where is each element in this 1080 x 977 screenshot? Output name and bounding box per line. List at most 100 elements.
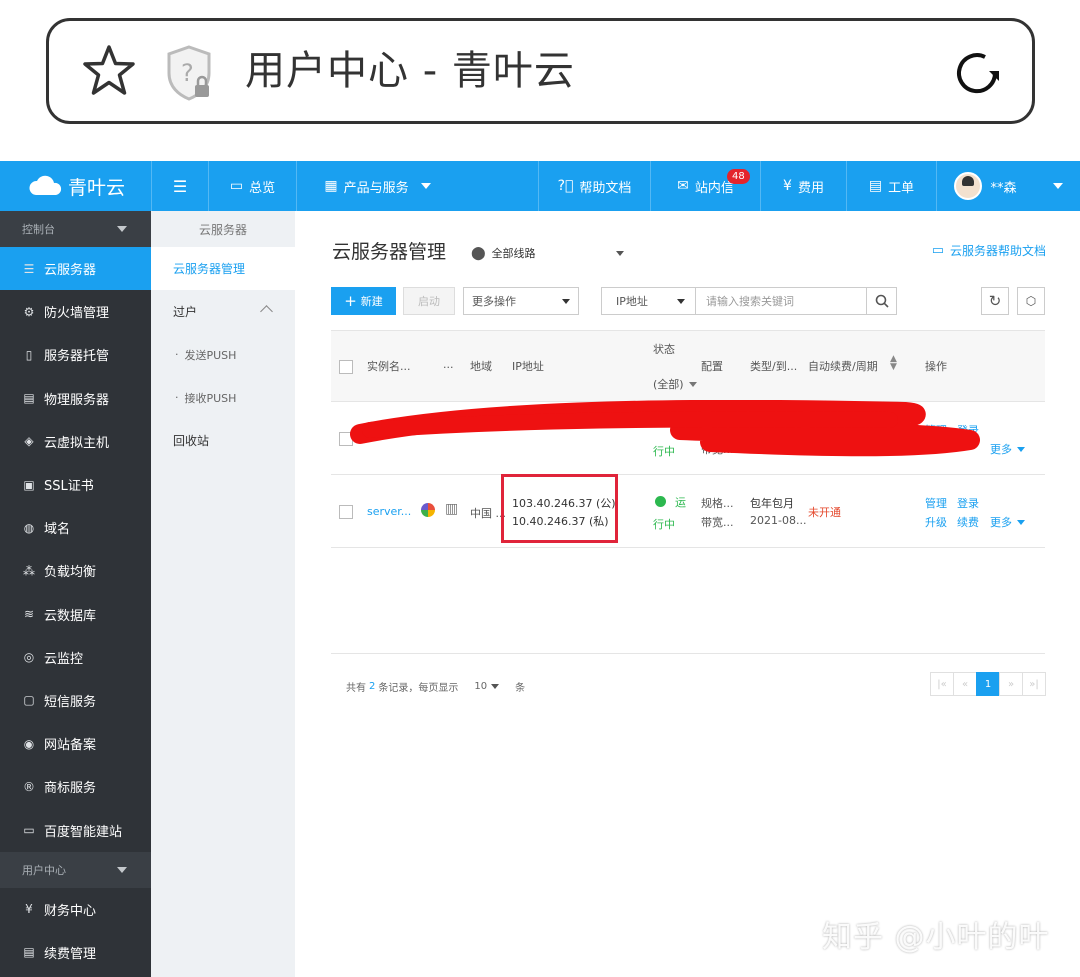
sidebar-item-trademark[interactable]: ® 商标服务 xyxy=(0,765,151,808)
more-link[interactable]: 更多 xyxy=(990,514,1025,530)
new-button[interactable]: + 新建 xyxy=(331,287,396,315)
more-ops-label: 更多操作 xyxy=(472,295,516,308)
sidebar-item-domain[interactable]: ◍ 域名 xyxy=(0,506,151,549)
sub-item-label: 接收PUSH xyxy=(184,391,237,405)
nav-help-docs[interactable]: ?⃝ 帮助文档 xyxy=(538,161,650,211)
sidebar-item-monitor[interactable]: ◎ 云监控 xyxy=(0,636,151,679)
sidebar-item-firewall[interactable]: ⚙ 防火墙管理 xyxy=(0,290,151,333)
table-row: server... ▥ 中国 ... 103.40.246.37 (公) 10.… xyxy=(331,474,1045,548)
svg-text:?: ? xyxy=(181,59,194,87)
row-checkbox[interactable] xyxy=(339,505,353,519)
shield-lock-icon[interactable]: ? xyxy=(165,45,215,101)
sidebar-item-icp[interactable]: ◉ 网站备案 xyxy=(0,722,151,765)
nav-messages[interactable]: ✉ 站内信 48 xyxy=(650,161,760,211)
caret-down-icon xyxy=(1017,519,1025,525)
sidebar-item-virtual-host[interactable]: ◈ 云虚拟主机 xyxy=(0,420,151,463)
region-value: 全部线路 xyxy=(491,247,536,260)
page-size-select[interactable]: 10 xyxy=(474,681,500,692)
sidebar-item-finance[interactable]: ¥ 财务中心 xyxy=(0,888,151,931)
sub-item-send-push[interactable]: · 发送PUSH xyxy=(151,333,295,376)
col-region: 地域 xyxy=(470,360,492,373)
sub-item-server-manage[interactable]: 云服务器管理 xyxy=(151,247,295,290)
sidebar-item-cloud-server[interactable]: ☰ 云服务器 xyxy=(0,247,151,291)
login-link[interactable]: 登录 xyxy=(957,495,979,511)
nav-overview[interactable]: ▭ 总览 xyxy=(208,161,296,211)
nav-products-label: 产品与服务 xyxy=(343,180,409,196)
top-nav: 青叶云 ☰ ▭ 总览 ▦ 产品与服务 ?⃝ 帮助文档 ✉ 站内信 48 ¥ 费用… xyxy=(0,161,1080,211)
search-input[interactable]: 请输入搜索关键词 xyxy=(695,287,867,315)
manage-link[interactable]: 管理 xyxy=(925,495,947,511)
row-renew: 未开通 xyxy=(808,506,841,519)
sidebar-item-renewal[interactable]: ▤ 续费管理 xyxy=(0,931,151,974)
menu-toggle[interactable]: ☰ xyxy=(151,161,208,211)
region-select[interactable]: ⬤ 全部线路 xyxy=(471,245,624,261)
help-doc-label: 云服务器帮助文档 xyxy=(949,244,1046,258)
instance-name-link[interactable]: server... xyxy=(367,505,411,518)
sub-item-recycle-bin[interactable]: 回收站 xyxy=(151,419,295,462)
row-type-2: 2021-08... xyxy=(750,514,807,527)
upgrade-link[interactable]: 升级 xyxy=(925,514,947,530)
page-button-current[interactable]: 1 xyxy=(976,672,1000,696)
menu-collapse-icon: ☰ xyxy=(172,176,188,196)
caret-down-icon xyxy=(117,226,127,232)
gear-icon: ⚙ xyxy=(23,304,35,319)
nav-tickets[interactable]: ▤ 工单 xyxy=(846,161,936,211)
col-ip: IP地址 xyxy=(512,360,544,373)
sub-item-transfer[interactable]: 过户 xyxy=(151,290,295,333)
col-renew[interactable]: 自动续费/周期 xyxy=(808,358,878,374)
refresh-button[interactable]: ↻ xyxy=(981,287,1009,315)
sidebar-item-load-balancer[interactable]: ⁂ 负载均衡 xyxy=(0,549,151,592)
sidebar-item-sms[interactable]: ▢ 短信服务 xyxy=(0,679,151,722)
next-page-button[interactable]: » xyxy=(999,672,1023,696)
location-pin-icon: ⬤ xyxy=(471,245,486,261)
os-logo-icon xyxy=(421,503,435,517)
last-page-button[interactable]: »| xyxy=(1022,672,1046,696)
star-icon[interactable] xyxy=(81,43,137,99)
address-bar[interactable]: ? 用户中心 - 青叶云 xyxy=(46,18,1035,124)
sidebar-group-user-center[interactable]: 用户中心 xyxy=(0,851,151,888)
sidebar-item-label: 续费管理 xyxy=(44,946,97,962)
sub-item-receive-push[interactable]: · 接收PUSH xyxy=(151,376,295,419)
sidebar-item-physical-server[interactable]: ▤ 物理服务器 xyxy=(0,377,151,420)
redaction-scribble xyxy=(350,400,980,457)
settings-button[interactable]: ⬡ xyxy=(1017,287,1045,315)
caret-down-icon xyxy=(117,866,127,873)
sidebar-item-ssl[interactable]: ▣ SSL证书 xyxy=(0,463,151,506)
more-ops-dropdown[interactable]: 更多操作 xyxy=(463,287,579,315)
select-all-checkbox[interactable] xyxy=(339,360,353,374)
help-doc-link[interactable]: ▭ 云服务器帮助文档 xyxy=(932,242,1046,259)
sidebar-group-console[interactable]: 控制台 xyxy=(0,211,151,247)
nav-billing[interactable]: ¥ 费用 xyxy=(760,161,846,211)
prev-page-icon: « xyxy=(961,678,969,690)
status-filter[interactable]: (全部) xyxy=(653,376,697,392)
chevron-down-icon xyxy=(1052,183,1063,189)
cloud-logo-icon xyxy=(29,175,62,195)
monitor-icon: ▭ xyxy=(229,178,244,194)
reload-icon[interactable] xyxy=(951,47,1003,99)
sidebar-item-database[interactable]: ≋ 云数据库 xyxy=(0,593,151,636)
bar-chart-icon[interactable]: ▥ xyxy=(445,501,458,517)
sidebar-item-label: 防火墙管理 xyxy=(44,306,110,322)
sidebar-item-site-builder[interactable]: ▭ 百度智能建站 xyxy=(0,808,151,851)
chevron-up-icon xyxy=(260,305,273,318)
first-page-button[interactable]: |« xyxy=(930,672,954,696)
prev-page-button[interactable]: « xyxy=(953,672,977,696)
start-button[interactable]: 启动 xyxy=(403,287,455,315)
sort-icon[interactable]: ▲ ▼ xyxy=(890,355,897,372)
user-menu[interactable]: **森 xyxy=(936,161,1080,211)
renew-link[interactable]: 续费 xyxy=(957,514,979,530)
pagination: |« « 1 » »| xyxy=(930,672,1046,696)
database-icon: ≋ xyxy=(23,607,35,622)
row-status-1: 运 xyxy=(675,496,686,509)
more-link[interactable]: 更多 xyxy=(990,441,1025,457)
filter-field-select[interactable]: IP地址 xyxy=(601,287,696,315)
watermark: 知乎 @小叶的叶 xyxy=(822,920,1050,955)
page-size-value: 10 xyxy=(474,681,488,692)
rack-icon: ▯ xyxy=(25,347,33,362)
summary-mid: 条记录，每页显示 xyxy=(378,683,459,694)
nav-products[interactable]: ▦ 产品与服务 xyxy=(296,161,458,211)
brand-logo[interactable]: 青叶云 xyxy=(0,161,151,211)
search-button[interactable] xyxy=(866,287,897,315)
col-name[interactable]: 实例名... xyxy=(367,358,411,374)
sidebar-item-hosting[interactable]: ▯ 服务器托管 xyxy=(0,333,151,376)
